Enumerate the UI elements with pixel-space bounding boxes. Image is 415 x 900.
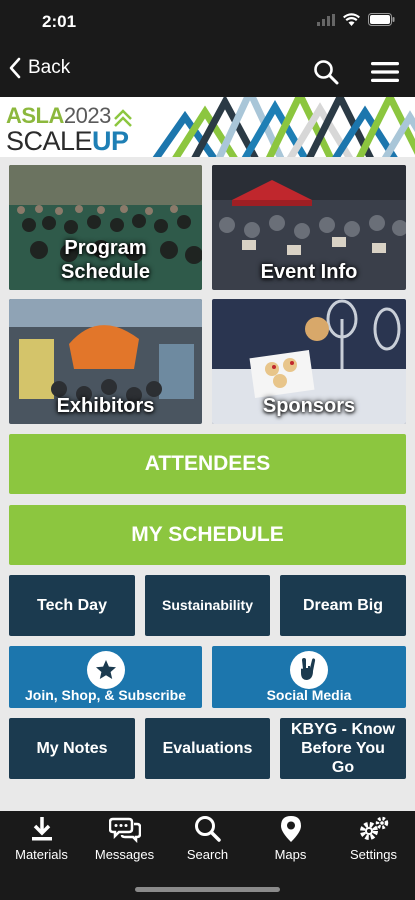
event-info-tile[interactable]: Event Info [212, 165, 406, 290]
social-media-button[interactable]: Social Media [212, 646, 406, 708]
sponsors-label: Sponsors [262, 395, 356, 417]
download-icon [31, 817, 52, 841]
bottom-tab-bar: Materials Messages Search Maps Settings [0, 811, 415, 868]
search-icon[interactable] [313, 59, 339, 85]
program-schedule-tile[interactable]: Program Schedule [9, 165, 202, 290]
join-shop-subscribe-button[interactable]: Join, Shop, & Subscribe [9, 646, 202, 708]
tab-messages[interactable]: Messages [83, 811, 166, 868]
chat-bubbles-icon [108, 817, 141, 843]
hamburger-menu-icon[interactable] [371, 61, 399, 83]
logo-scale: SCALE [6, 126, 93, 156]
map-pin-icon [280, 816, 301, 842]
status-bar: 2:01 [0, 0, 415, 45]
tab-search-label: Search [186, 847, 229, 862]
tab-settings-label: Settings [350, 847, 397, 862]
tab-materials[interactable]: Materials [0, 811, 83, 868]
tab-maps[interactable]: Maps [249, 811, 332, 868]
join-shop-subscribe-label: Join, Shop, & Subscribe [24, 687, 187, 703]
system-icons [317, 13, 395, 26]
wifi-icon [343, 13, 360, 26]
tech-day-label: Tech Day [37, 597, 107, 614]
evaluations-button[interactable]: Evaluations [145, 718, 270, 779]
dream-big-label: Dream Big [302, 597, 384, 614]
tech-day-button[interactable]: Tech Day [9, 575, 135, 636]
sustainability-label: Sustainability [161, 597, 254, 613]
my-schedule-label: MY SCHEDULE [131, 523, 284, 546]
search-icon [194, 816, 221, 842]
my-notes-button[interactable]: My Notes [9, 718, 135, 779]
exhibitors-tile[interactable]: Exhibitors [9, 299, 202, 424]
dream-big-button[interactable]: Dream Big [280, 575, 406, 636]
status-time: 2:01 [42, 12, 77, 31]
my-notes-label: My Notes [36, 740, 108, 757]
attendees-button[interactable]: ATTENDEES [9, 434, 406, 494]
tab-messages-label: Messages [94, 847, 155, 862]
back-label: Back [28, 57, 71, 78]
signal-icon [317, 13, 335, 26]
event-info-label: Event Info [260, 261, 358, 283]
tab-materials-label: Materials [15, 847, 68, 862]
hand-horns-icon [290, 651, 328, 689]
program-schedule-label: Program Schedule [61, 237, 150, 283]
home-indicator-area [0, 868, 415, 900]
conference-logo: ASLA2023 SCALEUP [6, 103, 129, 156]
chevron-left-icon [9, 57, 21, 79]
logo-asla: ASLA [6, 103, 64, 128]
tab-maps-label: Maps [274, 847, 307, 862]
my-schedule-button[interactable]: MY SCHEDULE [9, 505, 406, 565]
star-icon [86, 651, 125, 689]
attendees-label: ATTENDEES [144, 452, 271, 475]
battery-icon [368, 13, 395, 26]
back-button[interactable]: Back [8, 57, 70, 79]
sustainability-button[interactable]: Sustainability [145, 575, 270, 636]
evaluations-label: Evaluations [162, 740, 253, 757]
home-indicator[interactable] [135, 887, 280, 892]
logo-up: UP [92, 126, 129, 156]
tab-settings[interactable]: Settings [332, 811, 415, 868]
logo-year: 2023 [63, 103, 111, 128]
tab-search[interactable]: Search [166, 811, 249, 868]
event-banner: ASLA2023 SCALEUP [0, 97, 415, 157]
sponsors-tile[interactable]: Sponsors [212, 299, 406, 424]
social-media-label: Social Media [266, 687, 352, 703]
gears-icon [359, 816, 388, 840]
kbyg-label: KBYG - Know Before You Go [291, 721, 395, 776]
kbyg-button[interactable]: KBYG - Know Before You Go [280, 718, 406, 779]
exhibitors-label: Exhibitors [56, 395, 155, 417]
nav-bar: Back [0, 45, 415, 97]
